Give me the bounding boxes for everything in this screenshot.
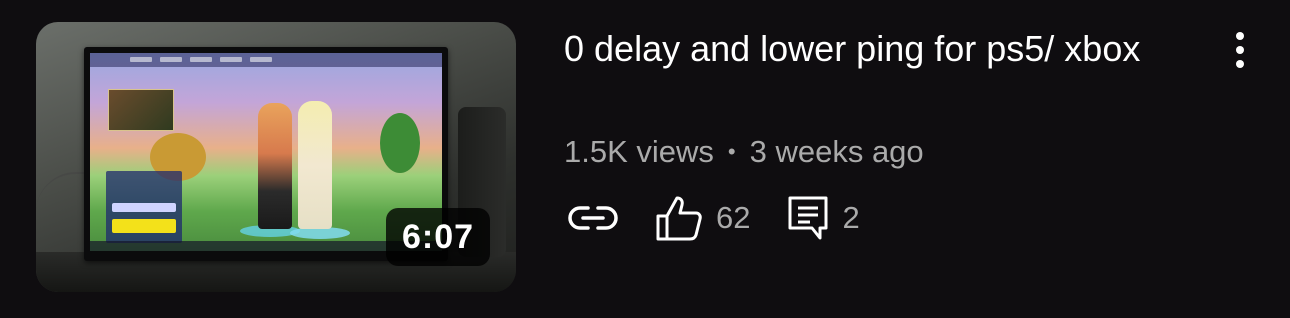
video-meta: 1.5K views • 3 weeks ago xyxy=(564,134,924,170)
game-field xyxy=(112,203,176,212)
video-thumbnail[interactable]: 6:07 xyxy=(36,22,516,292)
more-vertical-icon xyxy=(1236,32,1244,68)
duration-badge: 6:07 xyxy=(386,208,490,266)
comments-button[interactable]: 2 xyxy=(786,194,860,242)
game-tab xyxy=(220,57,242,62)
comment-icon xyxy=(788,196,828,240)
share-link-button[interactable] xyxy=(566,198,620,238)
comment-count: 2 xyxy=(842,200,860,235)
game-tab xyxy=(160,57,182,62)
game-tab xyxy=(130,57,152,62)
video-title[interactable]: 0 delay and lower ping for ps5/ xbox xyxy=(564,26,1184,72)
more-options-button[interactable] xyxy=(1222,26,1258,74)
action-bar: 62 2 xyxy=(566,193,860,243)
upload-age: 3 weeks ago xyxy=(749,134,924,169)
game-ready-button xyxy=(112,219,176,233)
game-tree xyxy=(380,113,420,173)
like-button[interactable]: 62 xyxy=(654,194,750,242)
thumbs-up-icon xyxy=(656,196,702,241)
game-card xyxy=(108,89,174,131)
link-icon xyxy=(568,206,618,230)
game-character xyxy=(298,101,332,229)
meta-separator: • xyxy=(727,139,736,164)
game-character xyxy=(258,103,292,229)
like-count: 62 xyxy=(716,200,751,235)
game-tab xyxy=(190,57,212,62)
view-count: 1.5K views xyxy=(564,134,714,169)
game-tab xyxy=(250,57,272,62)
